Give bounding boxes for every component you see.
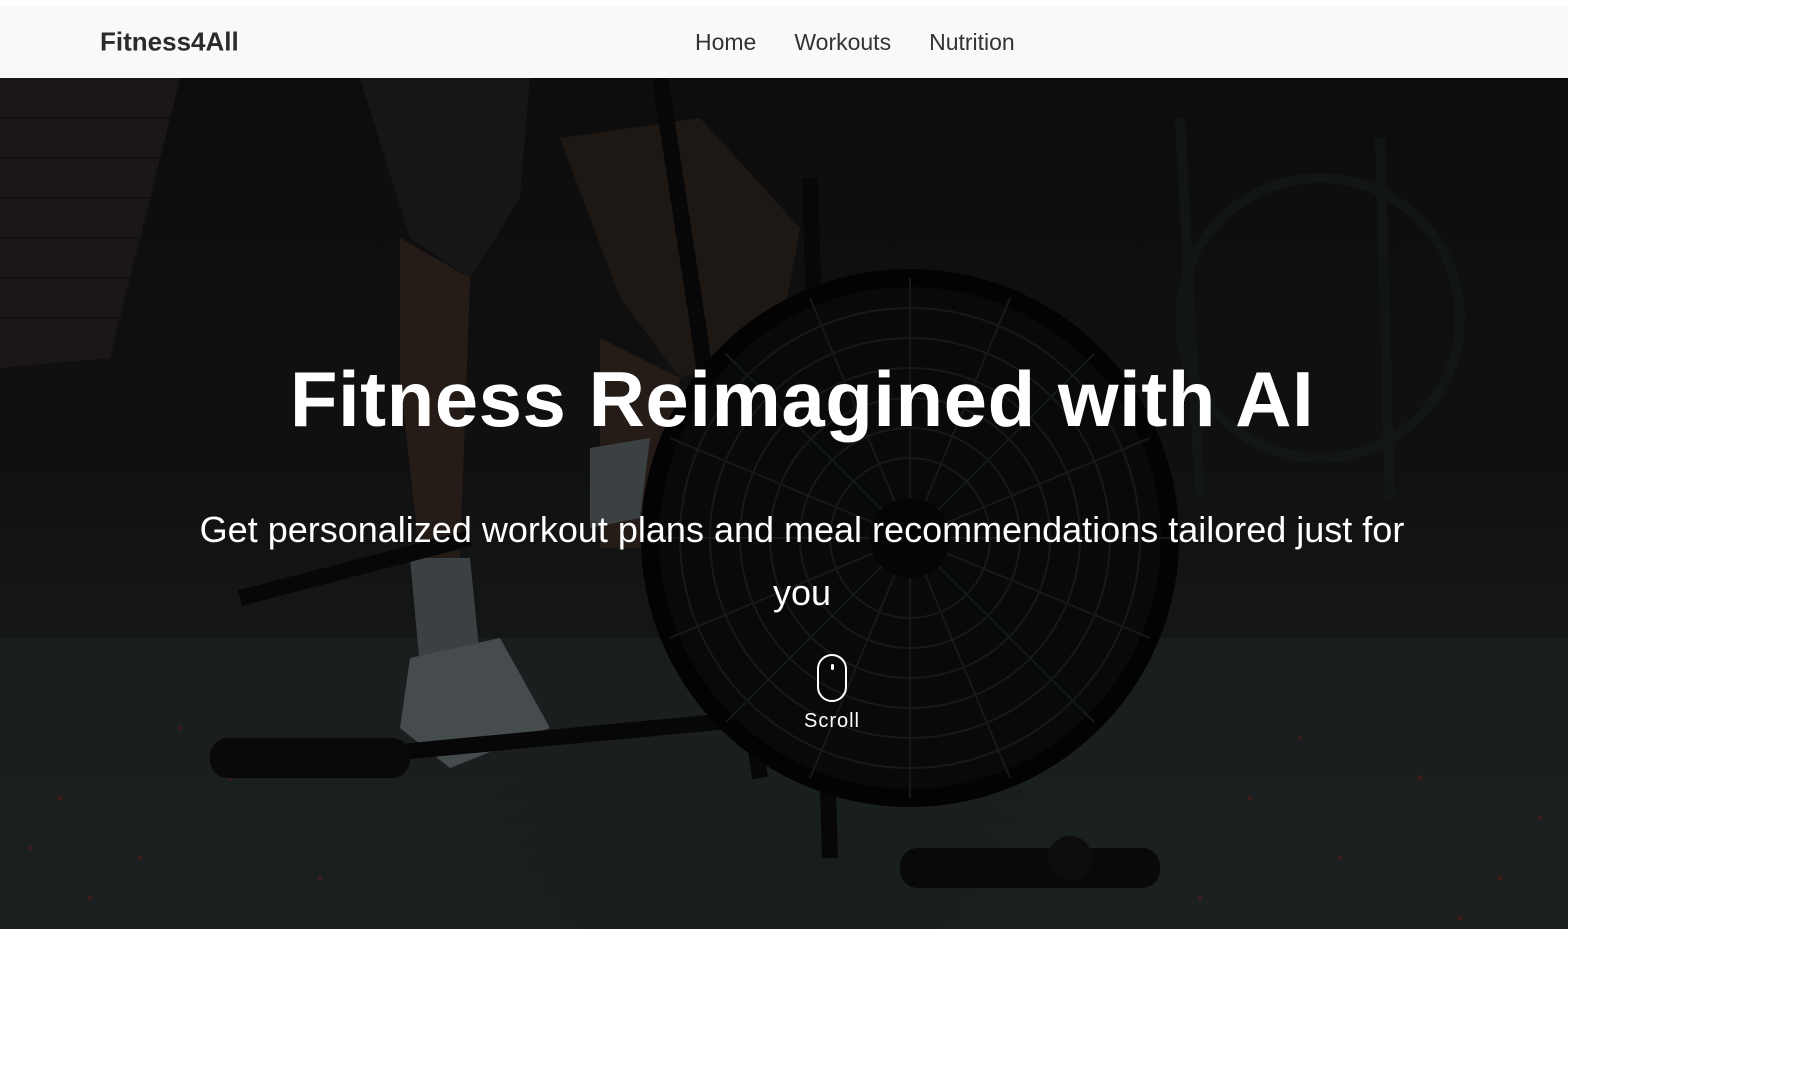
nav-link-home[interactable]: Home xyxy=(676,29,775,56)
brand-logo[interactable]: Fitness4All xyxy=(100,27,239,58)
top-navbar: Fitness4All Home Workouts Nutrition xyxy=(0,6,1568,78)
mouse-wheel-dot xyxy=(830,664,834,670)
nav-link-workouts[interactable]: Workouts xyxy=(775,29,910,56)
scroll-indicator[interactable]: Scroll xyxy=(792,654,872,733)
scroll-label: Scroll xyxy=(803,710,860,732)
mouse-icon xyxy=(817,654,847,702)
nav-link-nutrition[interactable]: Nutrition xyxy=(910,29,1034,56)
hero-subtitle: Get personalized workout plans and meal … xyxy=(199,509,1405,613)
hero-section: Fitness Reimagined with AI Get personali… xyxy=(0,78,1568,929)
hero-title: Fitness Reimagined with AI xyxy=(289,355,1315,443)
nav-links: Home Workouts Nutrition xyxy=(676,6,1034,78)
